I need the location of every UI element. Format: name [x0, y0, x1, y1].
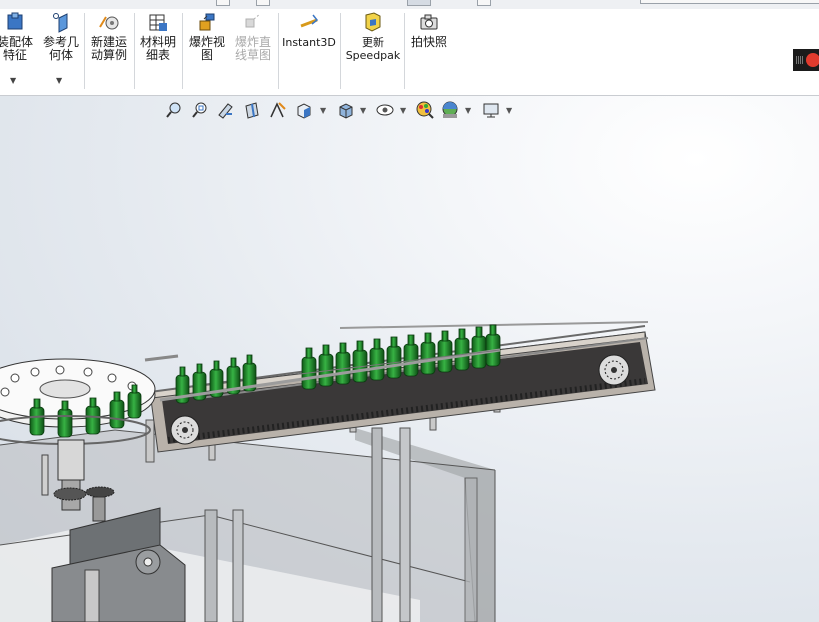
instant3d-label: Instant3D — [282, 36, 336, 49]
chevron-down-icon[interactable]: ▼ — [10, 76, 16, 85]
ribbon-separator — [278, 13, 279, 89]
instant3d-icon — [300, 14, 319, 28]
explode-line-sketch-label: 爆炸直 线草图 — [234, 35, 271, 62]
speedpak-icon — [365, 12, 381, 32]
assembly-feature-button[interactable]: 装配体 特征 — [0, 11, 34, 62]
ribbon-separator — [84, 13, 85, 89]
cad-model-scene[interactable] — [0, 96, 819, 622]
bill-of-materials-label: 材料明 细表 — [139, 35, 176, 62]
tab-stub[interactable] — [256, 0, 270, 6]
ribbon-separator — [340, 13, 341, 89]
assembly-feature-icon — [7, 12, 23, 30]
ribbon-separator — [182, 13, 183, 89]
reference-geometry-button[interactable]: 参考几 何体 — [41, 11, 81, 62]
update-speedpak-button[interactable]: 更新 Speedpak — [344, 11, 402, 62]
ribbon-separator — [134, 13, 135, 89]
reference-geometry-label: 参考几 何体 — [42, 35, 79, 62]
update-speedpak-label: 更新 Speedpak — [345, 36, 401, 62]
explode-line-sketch-button[interactable]: 爆炸直 线草图 — [232, 11, 274, 62]
ribbon-separator — [404, 13, 405, 89]
command-manager-ribbon: 装配体 特征 ▼ 参考几 何体 ▼ 新建运 动算例 材料明 细表 爆炸视 图 爆… — [0, 9, 819, 96]
tab-stub[interactable] — [216, 0, 230, 6]
solidworks-logo — [793, 49, 819, 71]
new-motion-study-button[interactable]: 新建运 动算例 — [88, 11, 130, 62]
tab-stub-active[interactable] — [407, 0, 431, 6]
exploded-view-button[interactable]: 爆炸视 图 — [186, 11, 228, 62]
take-snapshot-label: 拍快照 — [410, 35, 447, 49]
exploded-view-icon — [199, 13, 215, 31]
motion-study-icon — [99, 16, 119, 30]
graphics-area[interactable]: ▼ ▼ ▼ ▼ ▼ — [0, 96, 819, 622]
instant3d-button[interactable]: Instant3D — [281, 11, 337, 49]
tab-stub[interactable] — [477, 0, 491, 6]
new-motion-study-label: 新建运 动算例 — [90, 35, 127, 62]
explode-line-sketch-icon — [245, 13, 261, 28]
exploded-view-label: 爆炸视 图 — [188, 35, 225, 62]
reference-geometry-icon — [53, 13, 68, 33]
camera-icon — [420, 14, 438, 30]
bill-of-materials-button[interactable]: 材料明 细表 — [137, 11, 179, 62]
logo-dots — [796, 56, 804, 64]
take-snapshot-button[interactable]: 拍快照 — [407, 11, 451, 49]
chevron-down-icon[interactable]: ▼ — [56, 76, 62, 85]
assembly-feature-label: 装配体 特征 — [0, 35, 33, 62]
search-box-edge[interactable] — [640, 0, 819, 4]
bom-table-icon — [149, 14, 167, 31]
logo-red-circle — [806, 53, 819, 67]
